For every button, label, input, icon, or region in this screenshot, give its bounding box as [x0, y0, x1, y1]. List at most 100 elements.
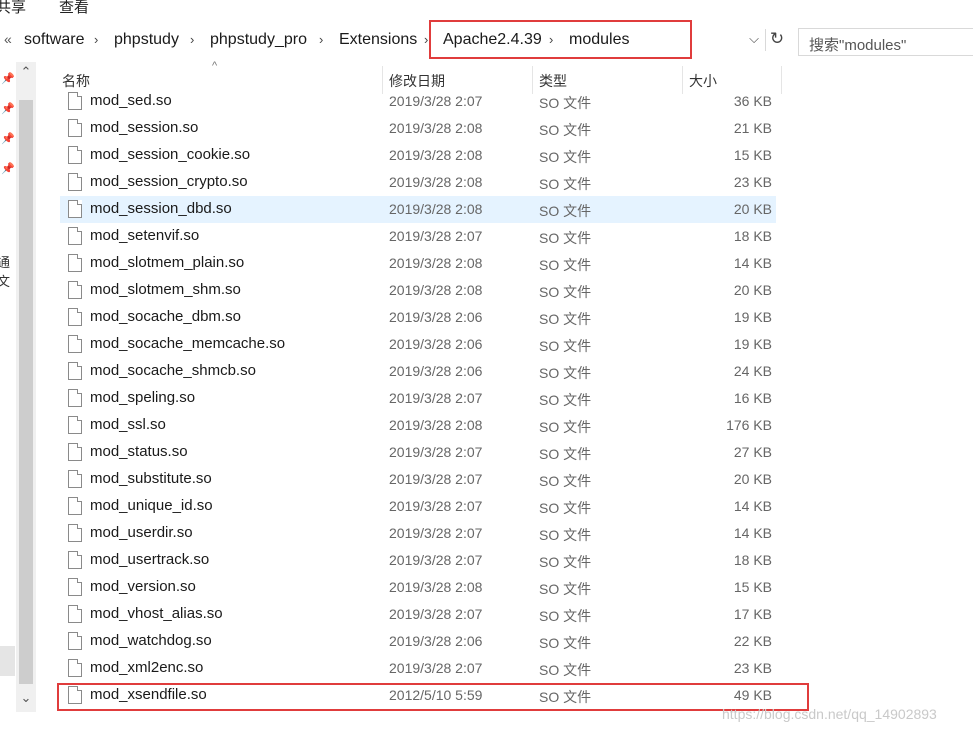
table-row[interactable]: mod_substitute.so 2019/3/28 2:07 SO 文件 20 K…	[60, 466, 776, 493]
pin-icon[interactable]: 📌	[1, 102, 15, 115]
column-divider[interactable]	[781, 66, 782, 94]
watermark: https://blog.csdn.net/qq_14902893	[722, 706, 937, 722]
file-date: 2019/3/28 2:07	[389, 525, 483, 541]
breadcrumb-phpstudy[interactable]: phpstudy	[114, 31, 179, 49]
file-size: 20 KB	[733, 282, 772, 298]
table-row[interactable]: mod_usertrack.so 2019/3/28 2:07 SO 文件 18 KB	[60, 547, 776, 574]
file-date: 2019/3/28 2:07	[389, 660, 483, 676]
chevron-right-icon[interactable]: ›	[424, 32, 428, 47]
table-row[interactable]: mod_socache_memcache.so 2019/3/28 2:06 SO …	[60, 331, 776, 358]
chevron-right-icon[interactable]: ›	[190, 32, 194, 47]
file-size: 24 KB	[733, 363, 772, 379]
file-icon	[68, 524, 82, 542]
pin-icon[interactable]: 📌	[1, 162, 15, 175]
table-row[interactable]: mod_sed.so 2019/3/28 2:07 SO 文件 36 KB	[60, 88, 776, 115]
file-name: mod_socache_dbm.so	[90, 308, 241, 325]
file-type: SO 文件	[539, 365, 592, 381]
file-name: mod_watchdog.so	[90, 632, 212, 649]
table-row[interactable]: mod_version.so 2019/3/28 2:08 SO 文件 15 KB	[60, 574, 776, 601]
breadcrumb-phpstudy-pro[interactable]: phpstudy_pro	[210, 31, 307, 49]
breadcrumb-software[interactable]: software	[24, 31, 84, 49]
file-size: 21 KB	[733, 120, 772, 136]
file-icon	[68, 227, 82, 245]
file-size: 36 KB	[733, 93, 772, 109]
ribbon-tab-share[interactable]: 共享	[0, 0, 26, 17]
file-name: mod_usertrack.so	[90, 551, 210, 568]
file-type: SO 文件	[539, 473, 592, 489]
file-size: 19 KB	[733, 309, 772, 325]
file-date: 2019/3/28 2:08	[389, 120, 483, 136]
file-name: mod_substitute.so	[90, 470, 212, 487]
file-icon	[68, 281, 82, 299]
table-row[interactable]: mod_unique_id.so 2019/3/28 2:07 SO 文件 14 KB	[60, 493, 776, 520]
table-row[interactable]: mod_speling.so 2019/3/28 2:07 SO 文件 16 KB	[60, 385, 776, 412]
table-row[interactable]: mod_xml2enc.so 2019/3/28 2:07 SO 文件 23 KB	[60, 655, 776, 682]
file-name: mod_session_crypto.so	[90, 173, 248, 190]
file-name: mod_speling.so	[90, 389, 196, 406]
file-type: SO 文件	[539, 95, 592, 111]
table-row[interactable]: mod_slotmem_plain.so 2019/3/28 2:08 SO 文件 1…	[60, 250, 776, 277]
file-type: SO 文件	[539, 284, 592, 300]
nav-scrollbar[interactable]: ⌃ ⌄	[16, 62, 36, 712]
chevron-right-icon[interactable]: ›	[319, 32, 323, 47]
table-row[interactable]: mod_vhost_alias.so 2019/3/28 2:07 SO 文件 17 …	[60, 601, 776, 628]
refresh-icon[interactable]: ↻	[765, 29, 788, 51]
ribbon: 共享 查看	[0, 0, 973, 20]
breadcrumb-overflow-icon[interactable]: «	[4, 31, 12, 47]
scrollbar-thumb[interactable]	[19, 100, 33, 684]
file-icon	[68, 254, 82, 272]
file-size: 20 KB	[733, 201, 772, 217]
search-input[interactable]: 搜索"modules"	[798, 28, 973, 56]
file-date: 2019/3/28 2:08	[389, 201, 483, 217]
table-row[interactable]: mod_setenvif.so 2019/3/28 2:07 SO 文件 18 KB	[60, 223, 776, 250]
table-row[interactable]: mod_slotmem_shm.so 2019/3/28 2:08 SO 文件 20 …	[60, 277, 776, 304]
file-icon	[68, 470, 82, 488]
file-name: mod_version.so	[90, 578, 196, 595]
file-icon	[68, 551, 82, 569]
file-size: 22 KB	[733, 633, 772, 649]
file-date: 2019/3/28 2:06	[389, 633, 483, 649]
pin-icon[interactable]: 📌	[1, 132, 15, 145]
file-date: 2019/3/28 2:07	[389, 228, 483, 244]
table-row[interactable]: mod_watchdog.so 2019/3/28 2:06 SO 文件 22 KB	[60, 628, 776, 655]
table-row[interactable]: mod_ssl.so 2019/3/28 2:08 SO 文件 176 KB	[60, 412, 776, 439]
table-row[interactable]: mod_socache_dbm.so 2019/3/28 2:06 SO 文件 19 …	[60, 304, 776, 331]
file-date: 2019/3/28 2:08	[389, 147, 483, 163]
file-type: SO 文件	[539, 446, 592, 462]
file-type: SO 文件	[539, 635, 592, 651]
file-size: 15 KB	[733, 147, 772, 163]
sort-ascending-icon: ^	[212, 60, 218, 72]
scroll-up-icon[interactable]: ⌃	[16, 64, 36, 80]
table-row[interactable]: mod_session_crypto.so 2019/3/28 2:08 SO 文件…	[60, 169, 776, 196]
file-type: SO 文件	[539, 662, 592, 678]
table-row[interactable]: mod_session_dbd.so 2019/3/28 2:08 SO 文件 20 …	[60, 196, 776, 223]
file-date: 2019/3/28 2:08	[389, 255, 483, 271]
table-row[interactable]: mod_session.so 2019/3/28 2:08 SO 文件 21 KB	[60, 115, 776, 142]
table-row[interactable]: mod_socache_shmcb.so 2019/3/28 2:06 SO 文件 2…	[60, 358, 776, 385]
address-dropdown-icon[interactable]: ⌵	[745, 31, 763, 51]
file-icon	[68, 416, 82, 434]
scroll-down-icon[interactable]: ⌄	[16, 690, 36, 706]
file-icon	[68, 173, 82, 191]
file-size: 18 KB	[733, 228, 772, 244]
search-placeholder: 搜索"modules"	[809, 37, 907, 54]
breadcrumb-extensions[interactable]: Extensions	[339, 31, 417, 49]
table-row[interactable]: mod_userdir.so 2019/3/28 2:07 SO 文件 14 KB	[60, 520, 776, 547]
table-row[interactable]: mod_xsendfile.so 2012/5/10 5:59 SO 文件 49 KB	[60, 682, 776, 709]
chevron-right-icon[interactable]: ›	[94, 32, 98, 47]
file-name: mod_socache_shmcb.so	[90, 362, 256, 379]
file-size: 15 KB	[733, 579, 772, 595]
file-size: 19 KB	[733, 336, 772, 352]
nav-item-label[interactable]: 通文	[0, 252, 16, 290]
table-row[interactable]: mod_session_cookie.so 2019/3/28 2:08 SO 文件…	[60, 142, 776, 169]
nav-item-selected[interactable]	[0, 646, 15, 676]
pin-icon[interactable]: 📌	[1, 72, 15, 85]
file-type: SO 文件	[539, 554, 592, 570]
file-icon	[68, 146, 82, 164]
file-name: mod_slotmem_shm.so	[90, 281, 241, 298]
table-row[interactable]: mod_status.so 2019/3/28 2:07 SO 文件 27 KB	[60, 439, 776, 466]
file-type: SO 文件	[539, 203, 592, 219]
file-icon	[68, 119, 82, 137]
file-type: SO 文件	[539, 392, 592, 408]
ribbon-tab-view[interactable]: 查看	[59, 0, 89, 17]
